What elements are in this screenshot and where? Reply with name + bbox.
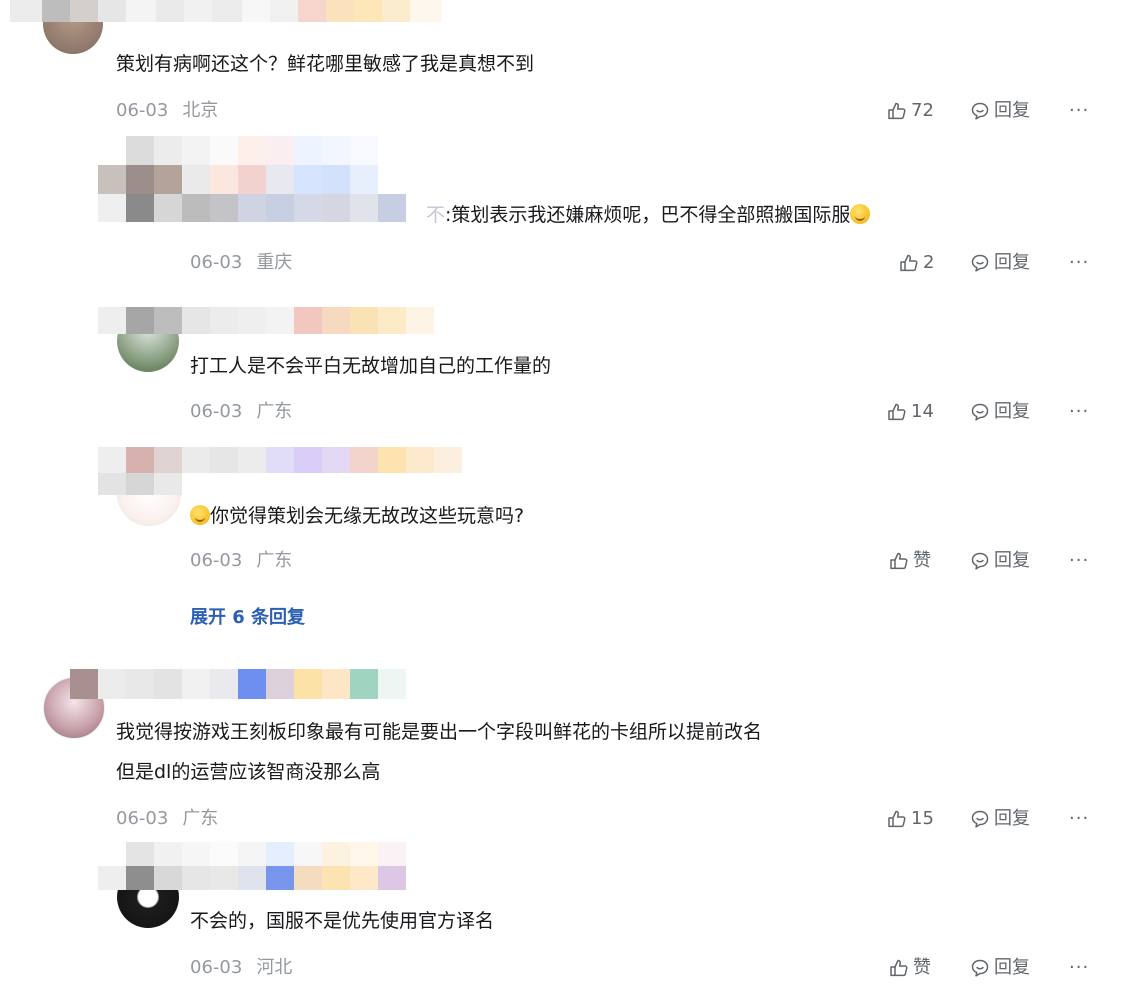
thumbs-up-icon [890,552,908,570]
comment-meta: 06-03 广东 [116,808,218,830]
username-blurred[interactable] [10,0,460,22]
username-blurred[interactable] [98,136,438,222]
comment-text: 但是dl的运营应该智商没那么高 [116,761,381,783]
like-button[interactable]: 14 [887,401,934,423]
comment-location: 广东 [182,808,219,829]
reply-label: 回复 [994,252,1030,273]
reply-button[interactable]: 回复 [970,252,1030,274]
comment-location: 广东 [256,550,293,571]
comment-location: 重庆 [256,252,293,273]
comment-text-body: 你觉得策划会无缘无故改这些玩意吗? [210,505,525,527]
chat-bubble-icon [971,102,989,120]
like-button[interactable]: 赞 [889,957,931,979]
smiley-emoji-icon [850,204,871,224]
reply-button[interactable]: 回复 [970,550,1030,572]
like-count: 72 [911,100,934,121]
thumbs-up-icon [888,102,906,120]
like-count: 14 [911,401,934,422]
like-button[interactable]: 15 [887,808,934,830]
like-count: 赞 [913,550,931,571]
more-options-button[interactable]: ··· [1069,957,1089,979]
comment-meta: 06-03 北京 [116,100,218,122]
comment-location: 广东 [256,401,293,422]
username-blurred[interactable] [98,842,434,890]
thumbs-up-icon [890,959,908,977]
reply-label: 回复 [994,100,1030,121]
username-blurred[interactable] [98,307,434,334]
more-options-button[interactable]: ··· [1069,401,1089,423]
comment-text: 不:策划表示我还嫌麻烦呢，巴不得全部照搬国际服 [426,203,871,227]
more-options-button[interactable]: ··· [1069,550,1089,572]
chat-bubble-icon [971,254,989,272]
chat-bubble-icon [971,810,989,828]
reply-button[interactable]: 回复 [970,100,1030,122]
comment-meta: 06-03 河北 [190,957,292,979]
expand-replies-link[interactable]: 展开 6 条回复 [190,607,305,629]
comment-meta: 06-03 重庆 [190,252,292,274]
comment-text: 你觉得策划会无缘无故改这些玩意吗? [190,504,524,528]
comment-text-prefix: 不 [426,204,446,226]
reply-button[interactable]: 回复 [970,401,1030,423]
like-count: 15 [911,808,934,829]
thumbs-up-icon [900,254,918,272]
username-blurred[interactable] [98,447,518,495]
comment-text: 不会的，国服不是优先使用官方译名 [190,910,495,932]
comment-text: 打工人是不会平白无故增加自己的工作量的 [190,355,552,377]
comment-location: 河北 [256,957,293,978]
chat-bubble-icon [971,959,989,977]
more-options-button[interactable]: ··· [1069,808,1089,830]
comment-meta: 06-03 广东 [190,401,292,423]
comment-text: 策划有病啊还这个？鲜花哪里敏感了我是真想不到 [116,53,535,75]
like-count: 赞 [913,957,931,978]
like-button[interactable]: 72 [887,100,934,122]
reply-label: 回复 [994,401,1030,422]
comment-date: 06-03 [190,252,243,273]
chat-bubble-icon [971,552,989,570]
chat-bubble-icon [971,403,989,421]
more-options-button[interactable]: ··· [1069,252,1089,274]
thumbs-up-icon [888,403,906,421]
comment-text-body: :策划表示我还嫌麻烦呢，巴不得全部照搬国际服 [445,204,851,226]
comment-date: 06-03 [190,401,243,422]
reply-label: 回复 [994,808,1030,829]
like-button[interactable]: 2 [899,252,934,274]
thumbs-up-icon [888,810,906,828]
comment-date: 06-03 [116,808,169,829]
more-options-button[interactable]: ··· [1069,100,1089,122]
reply-label: 回复 [994,550,1030,571]
comment-meta: 06-03 广东 [190,550,292,572]
like-button[interactable]: 赞 [889,550,931,572]
comment-date: 06-03 [190,957,243,978]
smiley-emoji-icon [190,505,210,525]
like-count: 2 [923,252,935,273]
comment-date: 06-03 [116,100,169,121]
reply-button[interactable]: 回复 [970,957,1030,979]
comment-text: 我觉得按游戏王刻板印象最有可能是要出一个字段叫鲜花的卡组所以提前改名 [116,721,763,743]
reply-button[interactable]: 回复 [970,808,1030,830]
comment-date: 06-03 [190,550,243,571]
reply-label: 回复 [994,957,1030,978]
username-blurred[interactable] [70,669,406,699]
comment-location: 北京 [182,100,219,121]
